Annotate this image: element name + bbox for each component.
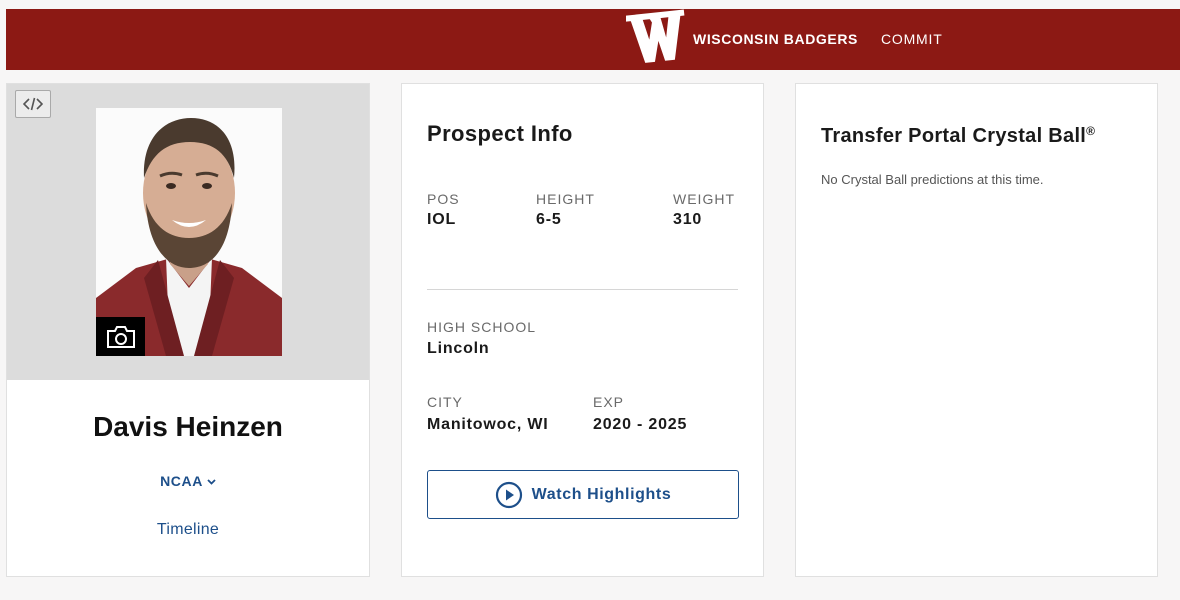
play-icon bbox=[495, 481, 522, 508]
player-name: Davis Heinzen bbox=[93, 411, 283, 442]
city-label: CITY bbox=[427, 394, 463, 410]
team-banner bbox=[6, 9, 1180, 70]
height-value: 6-5 bbox=[536, 211, 562, 228]
prospect-info-card: Prospect Info POS IOL HEIGHT 6-5 WEIGHT … bbox=[401, 83, 764, 577]
weight-value: 310 bbox=[673, 211, 703, 228]
camera-button[interactable] bbox=[96, 317, 145, 356]
exp-label: EXP bbox=[593, 394, 625, 410]
league-label: NCAA bbox=[160, 473, 203, 489]
crystal-ball-title: Transfer Portal Crystal Ball® bbox=[821, 119, 1095, 148]
camera-icon bbox=[106, 325, 135, 348]
embed-code-button[interactable] bbox=[15, 90, 51, 118]
player-profile-card: Davis Heinzen NCAA Timeline bbox=[6, 83, 370, 577]
pos-value: IOL bbox=[427, 211, 457, 228]
photo-area bbox=[7, 84, 369, 380]
team-name[interactable]: WISCONSIN BADGERS bbox=[693, 30, 858, 48]
league-dropdown[interactable]: NCAA bbox=[7, 473, 369, 489]
timeline-link[interactable]: Timeline bbox=[7, 521, 369, 539]
info-divider bbox=[427, 289, 738, 290]
exp-value: 2020 - 2025 bbox=[593, 416, 688, 433]
crystal-ball-empty-message: No Crystal Ball predictions at this time… bbox=[821, 172, 1044, 187]
player-photo bbox=[96, 108, 282, 356]
watch-highlights-label: Watch Highlights bbox=[531, 485, 672, 503]
pos-label: POS bbox=[427, 191, 460, 207]
code-embed-icon bbox=[23, 97, 43, 111]
crystal-ball-title-text: Transfer Portal Crystal Ball bbox=[821, 125, 1087, 147]
commit-status: COMMIT bbox=[881, 31, 943, 47]
watch-highlights-button[interactable]: Watch Highlights bbox=[427, 470, 739, 519]
high-school-value: Lincoln bbox=[427, 340, 490, 357]
registered-mark: ® bbox=[1086, 124, 1096, 138]
chevron-down-icon bbox=[207, 479, 216, 485]
prospect-info-title: Prospect Info bbox=[427, 121, 573, 146]
weight-label: WEIGHT bbox=[673, 191, 735, 207]
crystal-ball-card: Transfer Portal Crystal Ball® No Crystal… bbox=[795, 83, 1158, 577]
city-value: Manitowoc, WI bbox=[427, 416, 549, 433]
wisconsin-w-logo bbox=[626, 9, 685, 63]
height-label: HEIGHT bbox=[536, 191, 595, 207]
high-school-label: HIGH SCHOOL bbox=[427, 319, 537, 335]
